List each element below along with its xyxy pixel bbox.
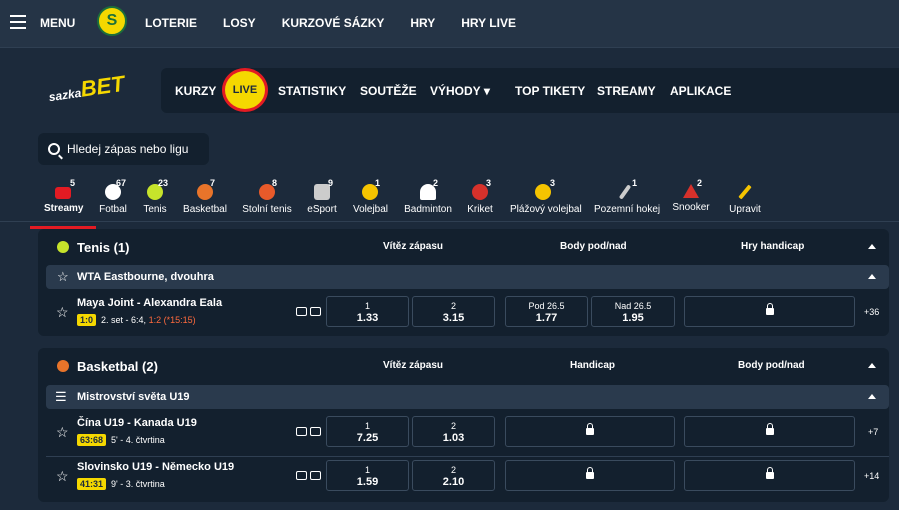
sport-tenis[interactable]: 23 Tenis (142, 178, 168, 215)
hockey-stick-icon (618, 184, 632, 200)
locked-market (684, 460, 855, 491)
sport-volejbal[interactable]: 1 Volejbal (353, 178, 388, 215)
sazkabet-logo[interactable]: sazkaBET (47, 71, 127, 107)
stats-icon (310, 471, 321, 480)
search-input[interactable]: Hledej zápas nebo ligu (38, 133, 209, 165)
tv-icon (296, 471, 307, 480)
collapse-icon[interactable] (868, 394, 876, 399)
more-markets[interactable]: +7 (868, 427, 878, 437)
menu-label[interactable]: MENU (40, 16, 75, 30)
hamburger-menu-icon[interactable] (10, 15, 26, 29)
tv-icon (296, 307, 307, 316)
match-row[interactable]: ☆ Čína U19 - Kanada U19 63:68 5' - 4. čt… (46, 414, 889, 454)
sport-stolni-tenis[interactable]: 8 Stolní tenis (242, 178, 292, 215)
nav-aplikace[interactable]: APLIKACE (670, 84, 731, 98)
sport-basketbal[interactable]: 7 Basketbal (183, 178, 227, 215)
top-bar: MENU S LOTERIE LOSY KURZOVÉ SÁZKY HRY HR… (0, 0, 899, 48)
collapse-icon[interactable] (868, 363, 876, 368)
sport-snooker[interactable]: 2 Snooker (672, 178, 710, 213)
search-icon (48, 143, 60, 155)
odd-button[interactable]: 2 3.15 (412, 296, 495, 327)
sport-filter-bar: 5 Streamy 67 Fotbal 23 Tenis 7 Basketbal… (0, 178, 899, 222)
stream-icons[interactable] (296, 427, 324, 436)
odd-button[interactable]: 2 1.03 (412, 416, 495, 447)
stats-icon (310, 307, 321, 316)
nav-streamy[interactable]: STREAMY (597, 84, 656, 98)
pencil-icon (738, 184, 752, 200)
locked-market (505, 460, 675, 491)
lock-icon (586, 423, 594, 435)
basketball-panel: Basketbal (2) Vítěz zápasu Handicap Body… (38, 348, 889, 502)
tennis-ball-icon (57, 241, 69, 253)
star-icon[interactable]: ☆ (56, 424, 69, 441)
lock-icon (765, 467, 774, 479)
lock-icon (765, 423, 774, 435)
sport-kriket[interactable]: 3 Kriket (467, 178, 493, 215)
star-icon[interactable]: ☆ (56, 468, 69, 485)
menu-icon: ☰ (55, 389, 67, 404)
stream-icons[interactable] (296, 307, 324, 316)
search-placeholder: Hledej zápas nebo ligu (67, 142, 189, 156)
top-nav-losy[interactable]: LOSY (223, 16, 256, 30)
sport-plazovy-volejbal[interactable]: 3 Plážový volejbal (510, 178, 582, 215)
nav-statistiky[interactable]: STATISTIKY (278, 84, 346, 98)
basketball-icon (57, 360, 69, 372)
sport-streamy[interactable]: 5 Streamy (44, 178, 83, 214)
score-badge: 63:68 (77, 434, 107, 446)
sport-fotbal[interactable]: 67 Fotbal (96, 178, 130, 215)
locked-market (684, 416, 855, 447)
match-row[interactable]: ☆ Slovinsko U19 - Německo U19 41:31 9' -… (46, 458, 889, 498)
tv-icon (296, 427, 307, 436)
sport-badminton[interactable]: 2 Badminton (404, 178, 452, 215)
collapse-icon[interactable] (868, 274, 876, 279)
odd-button[interactable]: Pod 26.5 1.77 (505, 296, 588, 327)
top-nav-hry-live[interactable]: HRY LIVE (461, 16, 516, 30)
nav-top-tikety[interactable]: TOP TIKETY (515, 84, 585, 98)
locked-market (684, 296, 855, 327)
odd-button[interactable]: 2 2.10 (412, 460, 495, 491)
more-markets[interactable]: +36 (864, 307, 879, 317)
stream-icons[interactable] (296, 471, 324, 480)
odd-button[interactable]: Nad 26.5 1.95 (591, 296, 675, 327)
score-badge: 41:31 (77, 478, 107, 490)
lock-icon (765, 303, 774, 315)
top-nav-loterie[interactable]: LOTERIE (145, 16, 197, 30)
odd-button[interactable]: 1 7.25 (326, 416, 409, 447)
league-row[interactable]: ☆ WTA Eastbourne, dvouhra (46, 265, 889, 289)
top-nav: LOTERIE LOSY KURZOVÉ SÁZKY HRY HRY LIVE (145, 16, 542, 30)
locked-market (505, 416, 675, 447)
sazka-logo[interactable]: S (97, 6, 127, 36)
star-icon[interactable]: ☆ (56, 304, 69, 321)
sport-pozemni-hokej[interactable]: 1 Pozemní hokej (594, 178, 660, 215)
stream-icon (55, 187, 71, 199)
tennis-header[interactable]: Tenis (1) Vítěz zápasu Body pod/nad Hry … (38, 229, 889, 265)
sport-upravit[interactable]: Upravit (729, 178, 761, 215)
collapse-icon[interactable] (868, 244, 876, 249)
sport-esport[interactable]: 9 eSport (307, 178, 337, 215)
basketball-header[interactable]: Basketbal (2) Vítěz zápasu Handicap Body… (38, 348, 889, 384)
more-markets[interactable]: +14 (864, 471, 879, 481)
stats-icon (310, 427, 321, 436)
odd-button[interactable]: 1 1.33 (326, 296, 409, 327)
top-nav-hry[interactable]: HRY (410, 16, 435, 30)
nav-souteze[interactable]: SOUTĚŽE (360, 84, 417, 98)
lock-icon (586, 467, 594, 479)
top-nav-kurzove-sazky[interactable]: KURZOVÉ SÁZKY (282, 16, 385, 30)
league-row[interactable]: ☰ Mistrovství světa U19 (46, 385, 889, 409)
tennis-panel: Tenis (1) Vítěz zápasu Body pod/nad Hry … (38, 229, 889, 336)
nav-vyhody[interactable]: VÝHODY ▾ (430, 84, 490, 98)
main-nav: KURZY STATISTIKY SOUTĚŽE VÝHODY ▾ TOP TI… (161, 68, 899, 113)
nav-live[interactable]: LIVE (222, 68, 268, 112)
odd-button[interactable]: 1 1.59 (326, 460, 409, 491)
chevron-down-icon: ▾ (483, 84, 490, 98)
nav-kurzy[interactable]: KURZY (175, 84, 216, 98)
divider (46, 456, 889, 457)
star-icon[interactable]: ☆ (57, 269, 69, 285)
score-badge: 1:0 (77, 314, 97, 326)
beach-volleyball-icon (535, 184, 551, 200)
match-row[interactable]: ☆ Maya Joint - Alexandra Eala 1:0 2. set… (46, 295, 889, 331)
